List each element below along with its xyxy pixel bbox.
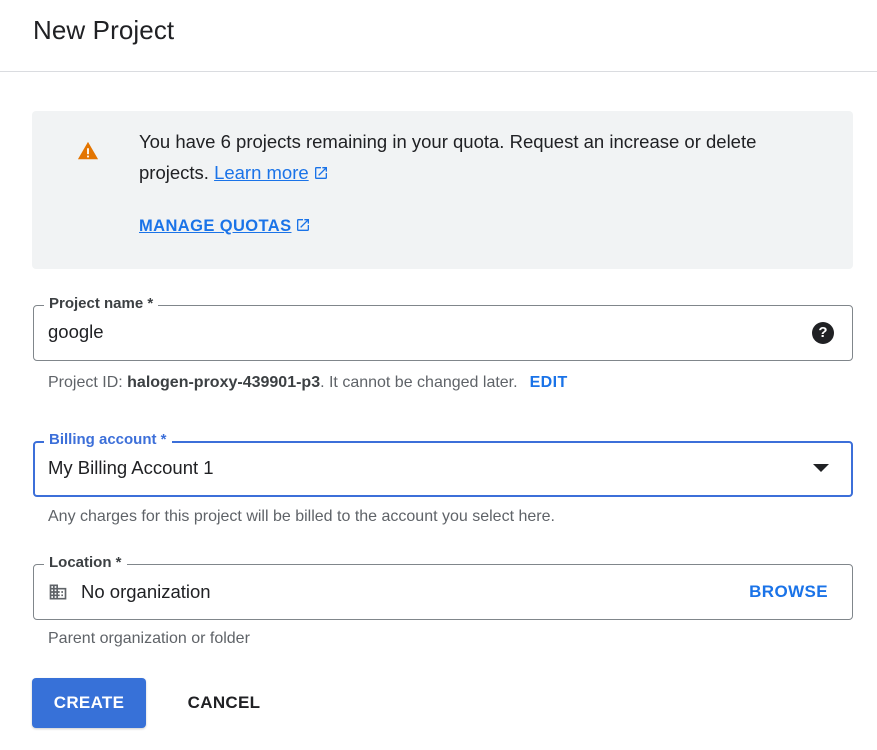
quota-message: You have 6 projects remaining in your qu… — [139, 126, 819, 188]
location-field[interactable]: Location * No organization BROWSE — [33, 553, 853, 620]
project-id-value: halogen-proxy-439901-p3 — [127, 374, 321, 391]
project-id-suffix: . It cannot be changed later. — [320, 374, 518, 391]
page-title: New Project — [33, 15, 175, 45]
location-value: No organization — [81, 581, 211, 602]
new-project-page: New Project You have 6 projects remainin… — [0, 0, 877, 750]
manage-quotas-label: MANAGE QUOTAS — [139, 217, 292, 235]
edit-project-id-button[interactable]: EDIT — [530, 374, 568, 391]
warning-icon — [77, 141, 99, 160]
billing-account-value: My Billing Account 1 — [48, 457, 214, 478]
help-icon[interactable]: ? — [812, 322, 834, 344]
billing-account-label: Billing account * — [44, 430, 172, 450]
location-label: Location * — [44, 553, 127, 573]
project-name-label: Project name * — [44, 294, 159, 314]
billing-account-select[interactable]: Billing account * My Billing Account 1 — [33, 430, 853, 497]
dropdown-arrow-icon[interactable] — [813, 464, 829, 472]
location-hint: Parent organization or folder — [48, 630, 250, 647]
page-header: New Project — [0, 0, 877, 72]
manage-quotas-link[interactable]: MANAGE QUOTAS — [139, 217, 311, 236]
project-name-input[interactable]: google — [48, 321, 104, 343]
billing-hint: Any charges for this project will be bil… — [48, 508, 555, 525]
project-name-field[interactable]: Project name * google ? — [33, 294, 853, 361]
learn-more-label: Learn more — [214, 162, 309, 183]
browse-button[interactable]: BROWSE — [749, 582, 828, 602]
project-id-hint: Project ID: halogen-proxy-439901-p3. It … — [48, 374, 568, 392]
building-icon — [49, 584, 67, 600]
external-link-icon — [314, 167, 327, 179]
create-button[interactable]: CREATE — [32, 678, 146, 728]
cancel-button[interactable]: CANCEL — [170, 678, 278, 728]
external-link-icon — [297, 219, 310, 231]
learn-more-link[interactable]: Learn more — [214, 162, 309, 183]
project-id-prefix: Project ID: — [48, 374, 128, 391]
